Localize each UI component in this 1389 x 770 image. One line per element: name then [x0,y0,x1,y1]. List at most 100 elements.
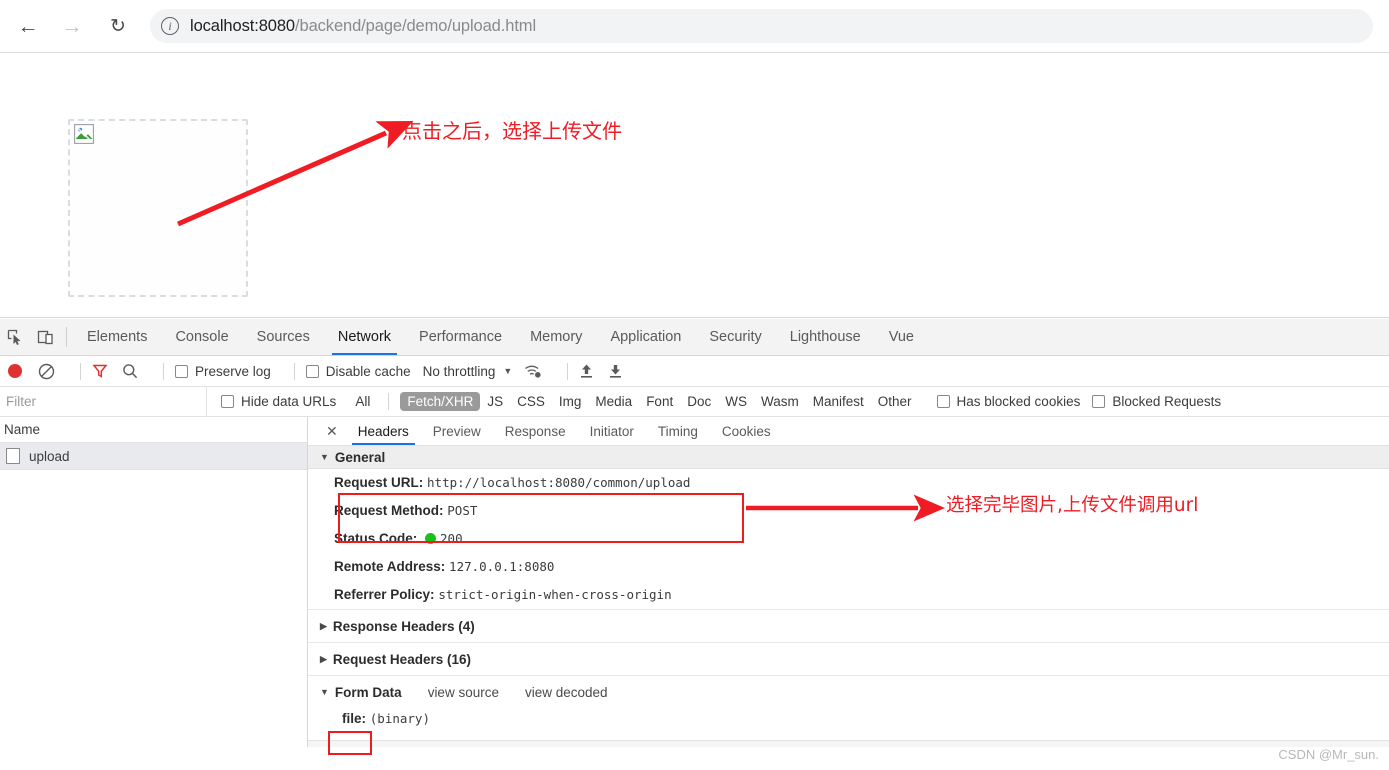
detail-tab-headers[interactable]: Headers [346,417,421,445]
hide-data-urls-checkbox[interactable]: Hide data URLs [221,394,336,409]
devtools-tab-performance[interactable]: Performance [405,319,516,355]
image-upload-dropzone[interactable] [68,119,248,297]
inspect-element-icon[interactable] [0,319,30,355]
request-detail-panel: ✕ Headers Preview Response Initiator Tim… [308,417,1389,747]
form-data-section[interactable]: ▼ Form Data view source view decoded [308,675,1389,708]
info-circle-icon[interactable]: i [161,17,179,35]
filter-type-ws[interactable]: WS [718,392,754,411]
horizontal-scrollbar[interactable] [308,740,1389,747]
search-icon[interactable] [122,363,138,379]
toolbar-divider [80,362,81,380]
filter-type-wasm[interactable]: Wasm [754,392,806,411]
annotation-note-url: 选择完毕图片,上传文件调用url [946,495,1199,516]
address-bar[interactable]: i localhost:8080/backend/page/demo/uploa… [150,9,1373,43]
triangle-down-icon: ▼ [320,687,329,697]
filter-type-all[interactable]: All [348,392,377,411]
filter-type-manifest[interactable]: Manifest [806,392,871,411]
request-list-panel: Name upload [0,417,308,747]
devtools-tab-console[interactable]: Console [161,319,242,355]
filter-type-media[interactable]: Media [588,392,639,411]
detail-tab-response[interactable]: Response [493,417,578,445]
filter-type-doc[interactable]: Doc [680,392,718,411]
view-source-link[interactable]: view source [428,685,499,700]
filter-funnel-icon[interactable] [92,363,108,379]
request-url-value: http://localhost:8080/common/upload [427,475,691,490]
throttling-select[interactable]: No throttling [423,364,496,379]
filter-type-fetch-xhr[interactable]: Fetch/XHR [400,392,481,411]
chevron-down-icon[interactable]: ▼ [503,366,512,376]
export-har-icon[interactable] [608,363,623,379]
toolbar-divider [567,362,569,380]
reload-button[interactable]: ↻ [100,8,136,44]
forward-button[interactable]: → [54,8,90,44]
response-headers-section[interactable]: ▶ Response Headers (4) [308,609,1389,642]
has-blocked-cookies-checkbox[interactable]: Has blocked cookies [936,394,1080,409]
detail-tab-preview[interactable]: Preview [421,417,493,445]
checkbox-box [221,395,234,408]
devtools-panel: Elements Console Sources Network Perform… [0,319,1389,770]
status-code-value: 200 [440,531,463,546]
close-icon[interactable]: ✕ [318,417,346,445]
device-toolbar-icon[interactable] [30,319,60,355]
filter-type-font[interactable]: Font [639,392,680,411]
record-stop-icon[interactable] [8,364,22,378]
page-viewport [0,53,1389,318]
request-headers-section[interactable]: ▶ Request Headers (16) [308,642,1389,675]
triangle-down-icon: ▼ [320,452,329,462]
form-data-label: Form Data [334,684,402,700]
devtools-tab-application[interactable]: Application [596,319,695,355]
hide-data-urls-label: Hide data URLs [241,394,337,409]
import-har-icon[interactable] [579,363,594,379]
preserve-log-label: Preserve log [195,363,271,379]
back-button[interactable]: ← [10,8,46,44]
disable-cache-checkbox[interactable]: Disable cache [305,364,411,379]
document-icon [6,448,20,464]
devtools-tab-network[interactable]: Network [324,319,405,355]
general-section-title: General [334,449,386,465]
network-conditions-icon[interactable] [524,363,542,379]
request-list-row-upload[interactable]: upload [0,443,307,470]
filter-type-js[interactable]: JS [480,392,510,411]
response-headers-label: Response Headers (4) [332,618,475,634]
toolbar-divider [388,393,390,410]
broken-image-icon [74,124,94,144]
filter-type-css[interactable]: CSS [510,392,552,411]
blocked-requests-label: Blocked Requests [1112,394,1222,409]
filter-input[interactable]: Filter [0,386,207,417]
detail-tab-initiator[interactable]: Initiator [578,417,646,445]
devtools-tab-sources[interactable]: Sources [243,319,324,355]
devtools-tab-security[interactable]: Security [695,319,775,355]
general-section-header[interactable]: ▼ General [308,446,1389,469]
general-item-request-url: Request URL: http://localhost:8080/commo… [308,469,1389,497]
devtools-tabbar: Elements Console Sources Network Perform… [0,319,1389,356]
detail-tab-timing[interactable]: Timing [646,417,710,445]
remote-address-value: 127.0.0.1:8080 [449,559,555,574]
devtools-tab-vue[interactable]: Vue [875,319,928,355]
blocked-requests-checkbox[interactable]: Blocked Requests [1092,394,1221,409]
status-ok-dot-icon [425,533,437,544]
devtools-tab-lighthouse[interactable]: Lighthouse [776,319,875,355]
request-url-key: Request URL: [334,475,424,490]
detail-tab-cookies[interactable]: Cookies [710,417,783,445]
triangle-right-icon: ▶ [320,620,327,631]
network-filter-bar: Filter Hide data URLs All Fetch/XHR JS C… [0,386,1389,417]
general-item-status-code: Status Code: 200 [308,525,1389,553]
general-item-remote-address: Remote Address: 127.0.0.1:8080 [308,553,1389,581]
request-headers-label: Request Headers (16) [332,651,471,667]
view-decoded-link[interactable]: view decoded [525,685,608,700]
preserve-log-checkbox[interactable]: Preserve log [175,364,271,379]
filter-type-other[interactable]: Other [871,392,919,411]
form-data-key: file: [342,711,367,726]
url-host: localhost:8080 [190,16,296,35]
clear-network-log-icon[interactable] [38,363,55,380]
devtools-tab-elements[interactable]: Elements [73,319,161,355]
address-bar-url: localhost:8080/backend/page/demo/upload.… [190,17,536,36]
triangle-right-icon: ▶ [320,653,327,664]
devtools-tab-memory[interactable]: Memory [516,319,596,355]
request-list-header: Name [0,417,307,443]
toolbar-divider [163,362,164,380]
checkbox-box [936,395,950,408]
annotation-note-upload: 点击之后，选择上传文件 [402,119,622,143]
filter-type-img[interactable]: Img [552,392,589,411]
general-item-request-method: Request Method: POST [308,497,1389,525]
